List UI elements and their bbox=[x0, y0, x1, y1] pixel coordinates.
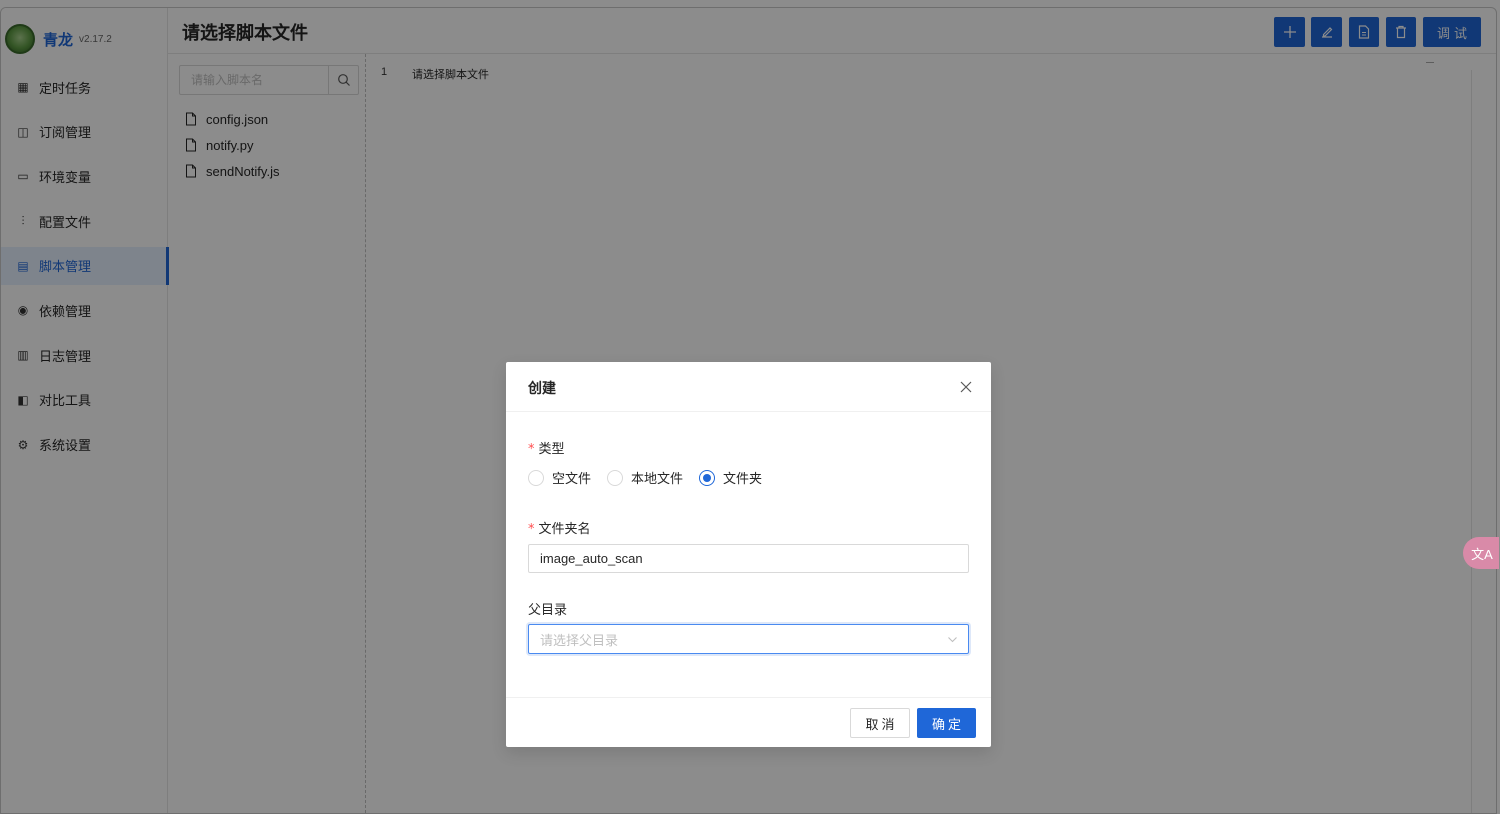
translate-button[interactable]: 文A bbox=[1463, 537, 1499, 569]
dialog-header: 创建 bbox=[506, 362, 991, 412]
chevron-down-icon bbox=[948, 637, 957, 643]
radio-local-file[interactable]: 本地文件 bbox=[607, 468, 683, 487]
required-mark: * bbox=[528, 522, 535, 537]
folder-name-input[interactable]: image_auto_scan bbox=[528, 544, 969, 573]
type-radio-group: 空文件 本地文件 文件夹 bbox=[528, 468, 778, 487]
radio-circle[interactable] bbox=[528, 469, 544, 486]
close-button[interactable] bbox=[955, 376, 977, 398]
dialog-title: 创建 bbox=[528, 380, 556, 396]
parent-dir-select[interactable]: 请选择父目录 bbox=[528, 624, 969, 654]
close-icon bbox=[960, 381, 972, 393]
ok-button[interactable]: 确定 bbox=[917, 708, 976, 738]
select-placeholder: 请选择父目录 bbox=[540, 632, 619, 648]
radio-circle[interactable] bbox=[607, 469, 624, 486]
create-dialog: 创建 * 类型 空文件 本地文件 文件夹 * 文件夹名 image_auto_sca… bbox=[506, 362, 991, 747]
required-mark: * bbox=[528, 442, 535, 457]
parent-dir-label: 父目录 bbox=[528, 602, 568, 617]
folder-name-label: * 文件夹名 bbox=[528, 521, 591, 537]
dialog-footer: 取消 确定 bbox=[506, 697, 991, 747]
type-label: * 类型 bbox=[528, 441, 565, 457]
radio-folder[interactable]: 文件夹 bbox=[699, 468, 762, 487]
radio-circle[interactable] bbox=[699, 469, 716, 486]
radio-empty-file[interactable]: 空文件 bbox=[528, 468, 591, 487]
cancel-button[interactable]: 取消 bbox=[850, 708, 910, 738]
